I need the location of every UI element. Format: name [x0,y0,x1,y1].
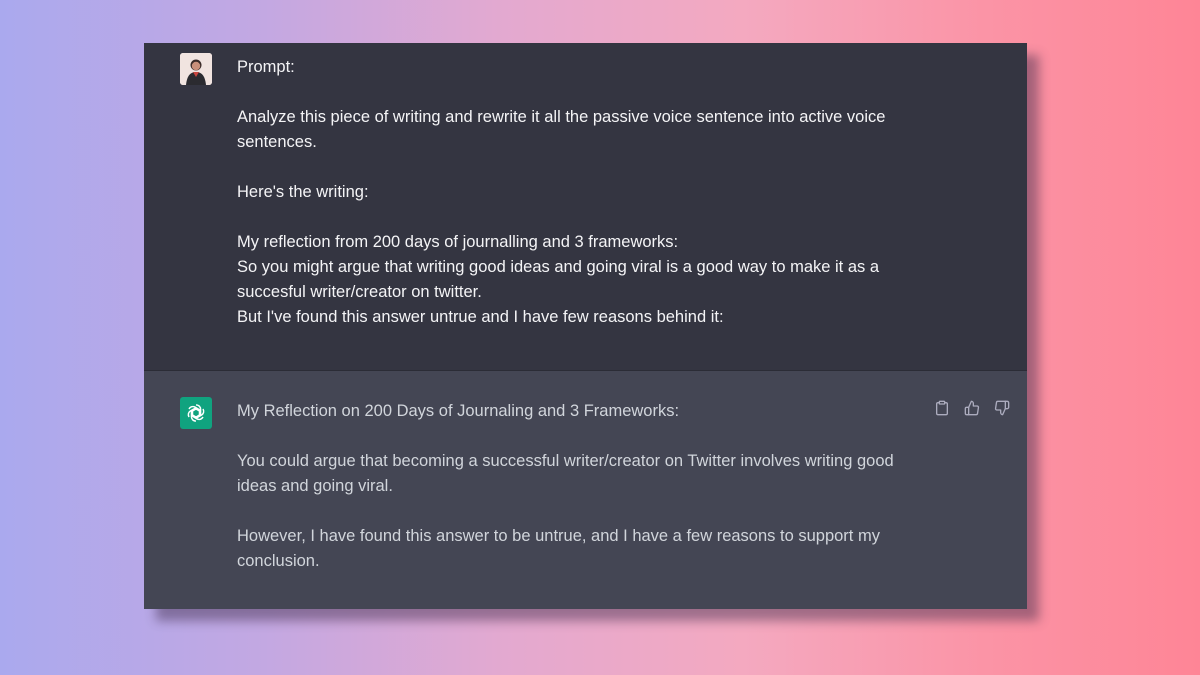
chat-window: Prompt: Analyze this piece of writing an… [144,43,1027,609]
thumbs-down-icon [994,400,1010,421]
thumbs-down-button[interactable] [991,399,1013,421]
copy-button[interactable] [931,399,953,421]
user-paragraph: Analyze this piece of writing and rewrit… [237,108,886,151]
user-message: Prompt: Analyze this piece of writing an… [144,43,1027,370]
thumbs-up-button[interactable] [961,399,983,421]
thumbs-up-icon [964,400,980,421]
message-actions [931,399,1013,421]
assistant-paragraph: My Reflection on 200 Days of Journaling … [237,402,680,420]
clipboard-icon [934,400,950,421]
user-avatar-icon [180,53,212,85]
chatgpt-logo-icon [180,397,212,429]
user-message-text: Prompt: Analyze this piece of writing an… [237,55,927,330]
assistant-message: My Reflection on 200 Days of Journaling … [144,370,1027,609]
user-paragraph: My reflection from 200 days of journalli… [237,233,880,326]
user-paragraph: Prompt: [237,58,295,76]
assistant-message-text: My Reflection on 200 Days of Journaling … [237,399,927,574]
user-paragraph: Here's the writing: [237,183,369,201]
assistant-paragraph: You could argue that becoming a successf… [237,452,894,495]
assistant-paragraph: However, I have found this answer to be … [237,527,880,570]
